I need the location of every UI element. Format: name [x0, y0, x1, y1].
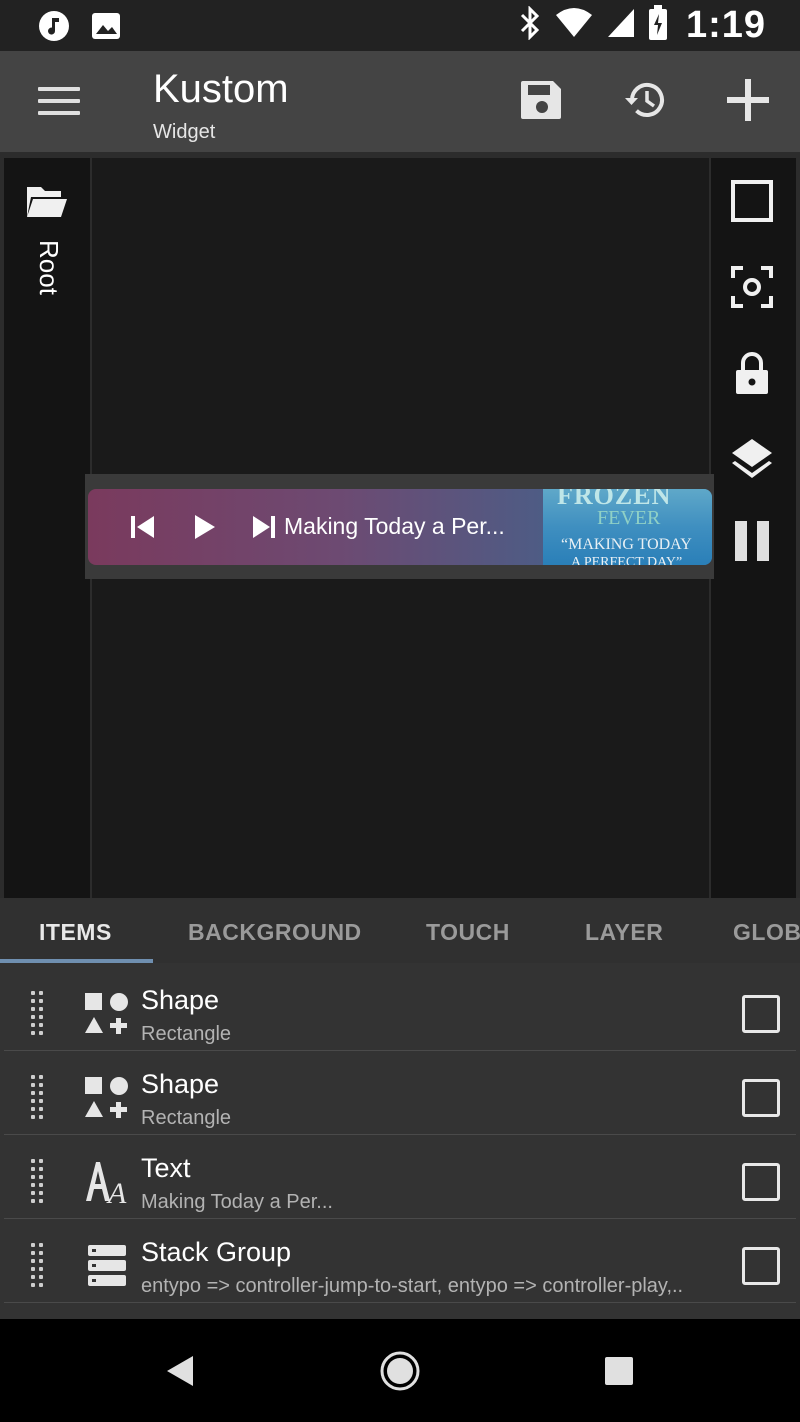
item-subtitle: Rectangle — [141, 1107, 232, 1129]
app-subtitle: Widget — [153, 121, 216, 143]
shape-icon — [84, 991, 130, 1037]
jump-to-start-icon[interactable] — [129, 513, 157, 541]
item-checkbox[interactable] — [742, 1247, 780, 1285]
item-title: Stack Group — [141, 1237, 292, 1267]
menu-icon[interactable] — [38, 87, 80, 117]
item-subtitle: entypo => controller-jump-to-start, enty… — [141, 1275, 684, 1297]
list-item[interactable]: Stack Group entypo => controller-jump-to… — [0, 1219, 800, 1303]
pause-icon[interactable] — [727, 516, 777, 566]
back-icon[interactable] — [158, 1349, 202, 1393]
play-icon[interactable] — [190, 513, 218, 541]
svg-text:A: A — [106, 1177, 127, 1205]
album-art: FROZEN FEVER “MAKING TODAY A PERFECT DAY… — [543, 489, 712, 565]
home-icon[interactable] — [378, 1349, 422, 1393]
widget-track-title: Making Today a Per... — [284, 513, 505, 539]
drag-handle-icon[interactable] — [31, 1159, 47, 1203]
item-subtitle: Rectangle — [141, 1023, 232, 1045]
layers-icon[interactable] — [727, 434, 777, 484]
tab-layer[interactable]: LAYER — [585, 919, 663, 946]
root-label[interactable]: Root — [33, 240, 64, 295]
bluetooth-icon — [518, 5, 542, 45]
app-title: Kustom — [153, 67, 289, 111]
tab-background[interactable]: BACKGROUND — [188, 919, 362, 946]
item-title: Shape — [141, 985, 220, 1015]
save-icon — [519, 77, 565, 128]
drag-handle-icon[interactable] — [31, 1243, 47, 1287]
album-art-line4: A PERFECT DAY” — [571, 555, 683, 565]
list-item[interactable]: Shape Rectangle — [0, 1051, 800, 1135]
text-icon: A — [84, 1159, 130, 1210]
item-checkbox[interactable] — [742, 1163, 780, 1201]
square-outline-icon[interactable] — [727, 176, 777, 226]
left-rail: Root — [4, 158, 90, 898]
lock-icon[interactable] — [727, 348, 777, 398]
folder-icon[interactable] — [22, 176, 72, 226]
add-icon — [725, 77, 771, 128]
item-checkbox[interactable] — [742, 1079, 780, 1117]
album-art-line2: FEVER — [597, 507, 661, 529]
items-list: Shape Rectangle Shape Rectangle A Text M… — [0, 963, 800, 1319]
list-item[interactable]: Shape Rectangle — [0, 967, 800, 1051]
signal-icon — [606, 7, 636, 44]
drag-handle-icon[interactable] — [31, 1075, 47, 1119]
save-button[interactable] — [517, 77, 567, 127]
app-bar: Kustom Widget — [0, 51, 800, 152]
status-time: 1:19 — [685, 4, 766, 46]
item-title: Shape — [141, 1069, 220, 1099]
item-checkbox[interactable] — [742, 995, 780, 1033]
item-subtitle: Making Today a Per... — [141, 1191, 333, 1213]
tab-bar: ITEMS BACKGROUND TOUCH LAYER GLOBALS — [0, 898, 800, 963]
focus-icon[interactable] — [727, 262, 777, 312]
tab-globals[interactable]: GLOBALS — [733, 919, 800, 946]
add-button[interactable] — [723, 77, 773, 127]
shape-icon — [84, 1075, 130, 1121]
wifi-icon — [554, 7, 594, 44]
history-button[interactable] — [621, 77, 671, 127]
music-note-icon — [38, 10, 70, 47]
item-title: Text — [141, 1153, 191, 1183]
image-icon — [90, 10, 122, 47]
battery-icon — [648, 5, 668, 46]
tab-touch[interactable]: TOUCH — [426, 919, 510, 946]
status-bar: 1:19 — [0, 0, 800, 51]
stack-group-icon — [84, 1243, 130, 1289]
drag-handle-icon[interactable] — [31, 991, 47, 1035]
history-icon — [623, 77, 669, 128]
next-icon[interactable] — [250, 513, 278, 541]
recents-icon[interactable] — [597, 1349, 641, 1393]
album-art-line3: “MAKING TODAY — [561, 536, 692, 553]
list-item[interactable]: A Text Making Today a Per... — [0, 1135, 800, 1219]
tab-items[interactable]: ITEMS — [39, 919, 112, 946]
music-widget[interactable]: Making Today a Per... FROZEN FEVER “MAKI… — [88, 489, 712, 565]
system-nav-bar — [0, 1319, 800, 1422]
right-toolbar — [711, 158, 796, 898]
